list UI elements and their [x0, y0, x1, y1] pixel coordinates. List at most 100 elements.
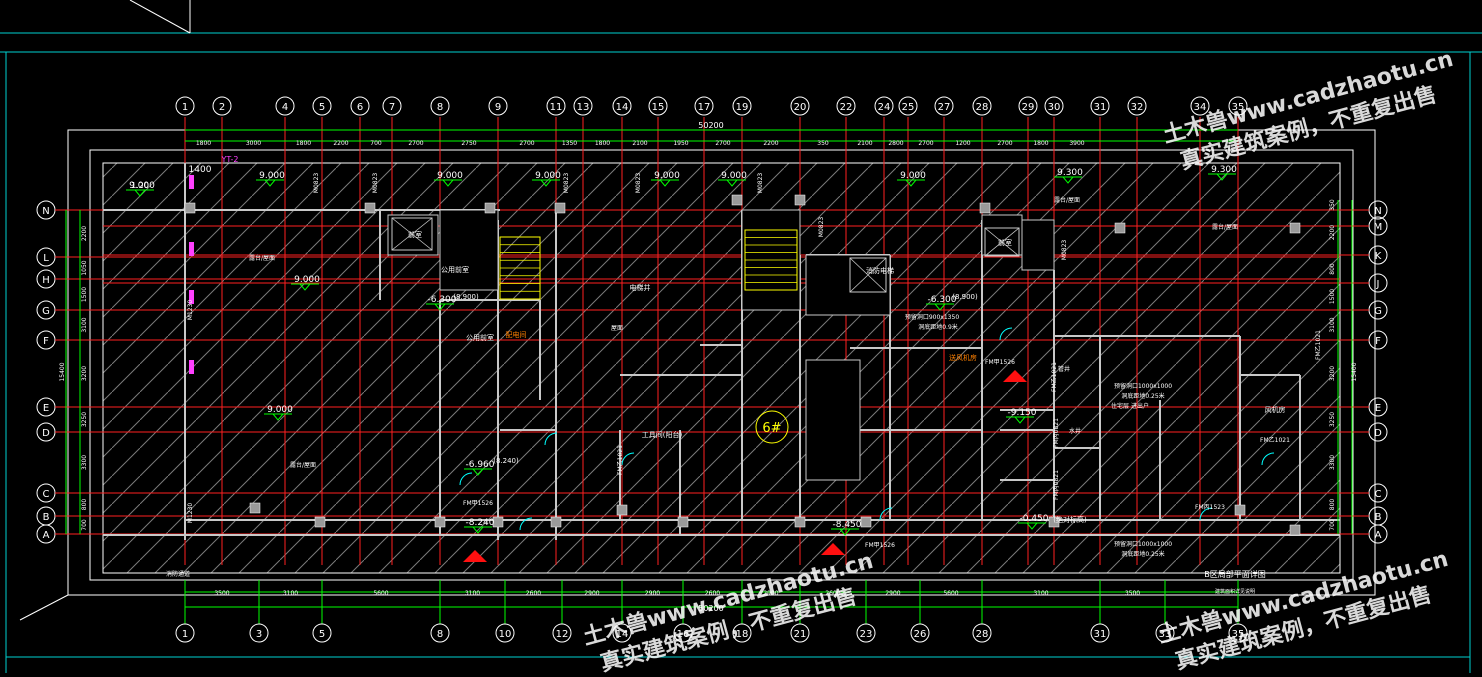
- axis-label-top: 5: [319, 102, 325, 113]
- elevation-value: -8.240: [465, 518, 494, 528]
- row-label-left: E: [43, 403, 49, 414]
- dim-top: 1800: [296, 140, 311, 147]
- elevation-value: 9.000: [721, 171, 747, 181]
- core-block: [981, 214, 1023, 256]
- building-number: 6#: [762, 421, 781, 436]
- row-label-left: A: [43, 530, 50, 541]
- column: [979, 202, 991, 214]
- core-block: [439, 209, 499, 291]
- room-label-small: 露台/屋面: [249, 254, 275, 262]
- axis-label-bottom: 31: [1094, 629, 1107, 640]
- axis-label-top: 28: [976, 102, 989, 113]
- door-tag: FM乙1021: [1260, 437, 1290, 444]
- room-label: 风机房: [1265, 405, 1286, 414]
- door-tag: FM乙1021: [1315, 330, 1322, 360]
- row-label-left: C: [43, 489, 50, 500]
- axis-label-bottom: 1: [182, 629, 188, 640]
- axis-label-bottom: 26: [914, 629, 927, 640]
- hatched-floor-area: [102, 162, 1341, 574]
- column: [249, 502, 261, 514]
- elevation-value: 9.000: [259, 171, 285, 181]
- axis-label-top: 20: [794, 102, 807, 113]
- dim-right: 350: [1329, 199, 1336, 211]
- dim-left: 3100: [81, 317, 88, 332]
- elevation-value: -6.960: [465, 460, 494, 470]
- row-label-left: H: [42, 275, 50, 286]
- room-label: 电梯井: [630, 283, 651, 292]
- dim-top: 2700: [918, 140, 933, 147]
- opening-note: 预留洞口1000x1000: [1114, 382, 1172, 390]
- core-block: [805, 254, 891, 316]
- row-label-right: G: [1374, 306, 1382, 317]
- room-label: 前室: [408, 230, 422, 239]
- axis-label-top: 6: [357, 102, 363, 113]
- dim-top: 2750: [461, 140, 476, 147]
- axis-label-bottom: 12: [556, 629, 569, 640]
- row-label-left: N: [42, 206, 49, 217]
- axis-label-top: 31: [1094, 102, 1107, 113]
- core-block: [1021, 219, 1055, 271]
- opening-note: 洞底距地0.25米: [1121, 550, 1164, 558]
- row-label-right: A: [1375, 530, 1382, 541]
- room-label-small: 管井: [1058, 365, 1070, 373]
- room-label: 公用前室: [441, 265, 469, 274]
- dim-right: 700: [1329, 519, 1336, 531]
- dim-top: 1800: [1033, 140, 1048, 147]
- dim-right-total: 15400: [1351, 362, 1358, 381]
- core-block: [805, 359, 861, 481]
- row-label-left: B: [43, 512, 50, 523]
- row-label-right: F: [1375, 336, 1381, 347]
- column: [314, 516, 326, 528]
- dim-bottom: 5600: [373, 590, 388, 597]
- room-label-small: 水井: [1069, 427, 1081, 435]
- dim-top: 2700: [715, 140, 730, 147]
- row-label-left: F: [43, 336, 49, 347]
- dim-top: 2700: [519, 140, 534, 147]
- dim-top: 2100: [632, 140, 647, 147]
- drawing-caption: 建筑面积详见说明: [1215, 588, 1255, 595]
- dim-bottom: 2900: [885, 590, 900, 597]
- axis-label-bottom: 8: [437, 629, 443, 640]
- dim-right: 3100: [1329, 317, 1336, 332]
- axis-label-bottom: 5: [319, 629, 325, 640]
- axis-label-top: 11: [550, 102, 563, 113]
- room-label: 消防电梯: [866, 266, 894, 275]
- row-label-right: K: [1375, 251, 1382, 262]
- elevation-note: (8.900): [952, 293, 978, 301]
- dim-right: 1500: [1329, 289, 1336, 304]
- dim-right: 3250: [1329, 412, 1336, 427]
- dim-left: 1500: [81, 287, 88, 302]
- axis-label-top: 19: [736, 102, 749, 113]
- axis-label-top: 15: [652, 102, 665, 113]
- dim-bottom: 2900: [645, 590, 660, 597]
- column: [184, 202, 196, 214]
- elevation-value: 9.000: [294, 275, 320, 285]
- axis-label-top: 13: [577, 102, 590, 113]
- row-label-right: D: [1374, 428, 1382, 439]
- door-tag: M0823: [635, 173, 642, 194]
- cad-floor-plan-viewport[interactable]: 1 2 4 5 6 7 8 9 11 13 14 15 17 19 20 22 24 25 27 28 29 30 31 32…: [0, 0, 1482, 677]
- dim-left: 800: [81, 499, 88, 511]
- column: [1234, 504, 1246, 516]
- axis-label-top: 30: [1048, 102, 1061, 113]
- floor-plan-drawing: 1 2 4 5 6 7 8 9 11 13 14 15 17 19 20 22 24 25 27 28 29 30 31 32…: [0, 0, 1482, 677]
- door-tag: FM丙0821: [1053, 470, 1060, 500]
- elevation-value: -8.450: [832, 520, 861, 530]
- axis-label-top: 22: [840, 102, 853, 113]
- dim-top: 2200: [763, 140, 778, 147]
- window-mark: [189, 175, 194, 189]
- column: [860, 516, 872, 528]
- axis-label-top: 2: [219, 102, 225, 113]
- dim-top: 1200: [955, 140, 970, 147]
- dim-bottom: 2600: [526, 590, 541, 597]
- elevation-value: -9.150: [1007, 408, 1036, 418]
- elevation-note: (8.900): [453, 293, 479, 301]
- room-label-small: 住宅层 进出户: [1111, 402, 1149, 410]
- room-label-small: 露台/屋面: [290, 461, 316, 469]
- dim-bottom: 5600: [943, 590, 958, 597]
- elevation-note: (8.240): [493, 457, 519, 465]
- dim-bottom: 3500: [1125, 590, 1140, 597]
- column: [554, 202, 566, 214]
- axis-label-top: 9: [495, 102, 501, 113]
- door-tag: M0823: [757, 173, 764, 194]
